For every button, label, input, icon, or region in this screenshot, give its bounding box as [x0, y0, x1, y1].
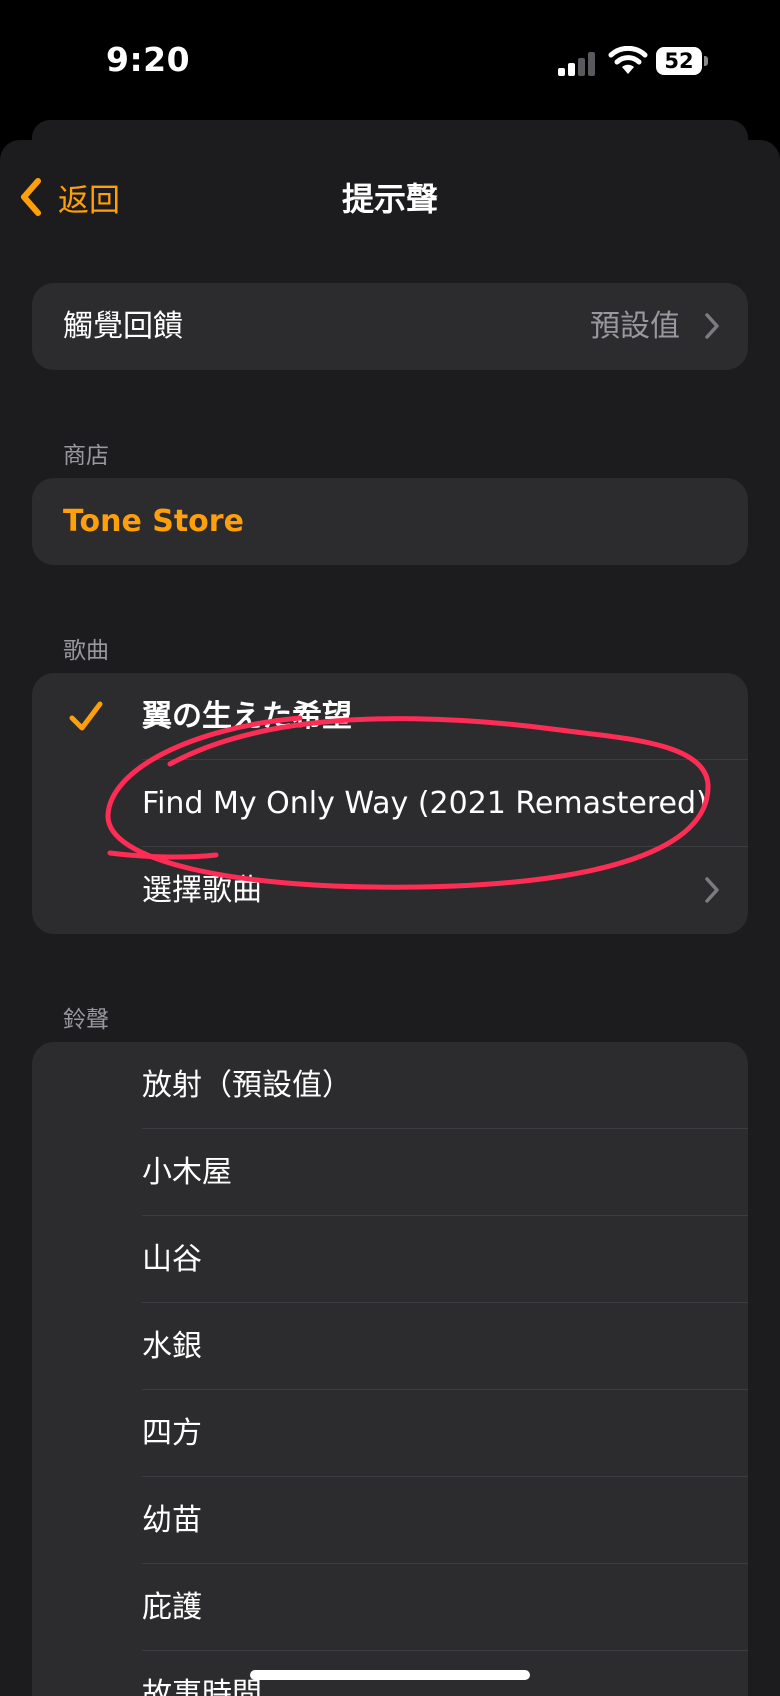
home-indicator[interactable] [250, 1670, 530, 1680]
haptic-value: 預設值 [590, 309, 680, 344]
wifi-icon [608, 46, 648, 74]
signal-icon [558, 52, 595, 76]
ringtone-row[interactable]: 庇護 [32, 1564, 748, 1651]
haptic-row[interactable]: 觸覺回饋 預設值 [32, 283, 748, 370]
song-row-1[interactable]: 翼の生えた希望 [32, 673, 748, 760]
ringtone-row[interactable]: 山谷 [32, 1216, 748, 1303]
page-title: 提示聲 [341, 180, 438, 218]
chevron-right-icon [705, 313, 719, 339]
ringtone-label: 四方 [142, 1416, 202, 1451]
section-header-store: 商店 [63, 443, 109, 469]
section-header-songs: 歌曲 [63, 638, 109, 664]
haptic-label: 觸覺回饋 [63, 309, 183, 344]
ringtone-row[interactable]: 小木屋 [32, 1129, 748, 1216]
songs-group: 翼の生えた希望 Find My Only Way (2021 Remastere… [32, 673, 748, 934]
haptic-group: 觸覺回饋 預設值 [32, 283, 748, 370]
battery-level: 52 [664, 49, 694, 73]
ringtone-row[interactable]: 幼苗 [32, 1477, 748, 1564]
battery-cap [704, 56, 708, 66]
ringtone-label: 幼苗 [142, 1503, 202, 1538]
ringtones-group: 放射（預設值） 小木屋 山谷 水銀 四方 幼苗 庇護 故事時間 [32, 1042, 748, 1696]
ringtone-label: 庇護 [142, 1590, 202, 1625]
battery-icon: 52 [656, 47, 710, 75]
pick-song-label: 選擇歌曲 [142, 873, 262, 908]
song-label-2: Find My Only Way (2021 Remastered) [142, 786, 708, 821]
ringtone-label: 山谷 [142, 1242, 202, 1277]
ringtone-row[interactable]: 四方 [32, 1390, 748, 1477]
section-header-ringtones: 鈴聲 [63, 1007, 109, 1033]
ringtone-label: 小木屋 [142, 1155, 232, 1190]
store-group: Tone Store [32, 478, 748, 565]
checkmark-icon [69, 701, 103, 731]
tone-store-link: Tone Store [63, 504, 244, 539]
screen: 9:20 52 返回 提示聲 觸覺回饋 預設值 商店 Tone Store 歌曲… [0, 0, 780, 1696]
chevron-right-icon [705, 877, 719, 903]
ringtone-row[interactable]: 放射（預設值） [32, 1042, 748, 1129]
ringtone-label: 水銀 [142, 1329, 202, 1364]
song-row-2[interactable]: Find My Only Way (2021 Remastered) [32, 760, 748, 847]
pick-song-row[interactable]: 選擇歌曲 [32, 847, 748, 934]
song-label-1: 翼の生えた希望 [142, 699, 352, 734]
tone-store-row[interactable]: Tone Store [32, 478, 748, 565]
ringtone-label: 故事時間 [142, 1677, 262, 1696]
ringtone-row[interactable]: 水銀 [32, 1303, 748, 1390]
status-bar: 9:20 52 [0, 0, 780, 120]
ringtone-label: 放射（預設值） [142, 1068, 352, 1103]
status-time: 9:20 [106, 40, 191, 79]
